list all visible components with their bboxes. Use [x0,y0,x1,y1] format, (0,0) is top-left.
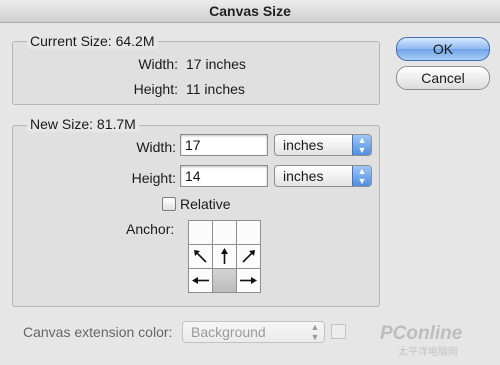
extension-color-value: Background [191,324,266,340]
anchor-top-left[interactable] [189,221,212,244]
pconline-logo: PConline 太平洋电脑网 [380,323,463,358]
anchor-middle-center[interactable] [213,245,236,268]
extension-color-swatch[interactable] [331,324,346,339]
current-size-heading: Current Size: 64.2M [27,33,158,49]
anchor-middle-left[interactable] [189,245,212,268]
window-title-bar: Canvas Size [0,0,500,23]
current-width-label: Width: [138,56,178,72]
new-height-label: Height: [131,170,176,186]
select-arrows-icon: ▲ ▼ [310,322,320,342]
arrow-up-icon [221,248,228,264]
current-height-value: 11 inches [186,81,245,97]
pconline-watermark: PConline 太平洋电脑网 [374,319,494,359]
anchor-bottom-center-selected[interactable] [213,269,236,292]
anchor-label: Anchor: [126,221,175,237]
relative-label: Relative [180,196,231,212]
window-title: Canvas Size [209,3,291,19]
anchor-bottom-left[interactable] [189,269,212,292]
arrow-left-icon [192,277,209,284]
extension-color-label: Canvas extension color: [23,324,173,340]
select-arrows-icon: ▲ ▼ [352,135,371,155]
anchor-grid [188,220,261,293]
anchor-middle-right[interactable] [237,245,260,268]
height-unit-value: inches [283,168,324,184]
svg-text:PConline: PConline [380,323,463,344]
cancel-button-label: Cancel [421,70,465,86]
relative-checkbox[interactable] [162,197,176,211]
svg-text:太平洋电脑网: 太平洋电脑网 [398,345,458,358]
height-unit-select[interactable]: inches ▲ ▼ [274,165,372,187]
new-size-heading: New Size: 81.7M [27,116,139,132]
width-input[interactable] [180,134,268,156]
ok-button[interactable]: OK [396,37,490,61]
anchor-bottom-right[interactable] [237,269,260,292]
anchor-top-right[interactable] [237,221,260,244]
cancel-button[interactable]: Cancel [396,66,490,90]
arrow-up-right-icon [242,250,255,263]
height-input[interactable] [180,165,268,187]
current-height-label: Height: [133,81,178,97]
select-arrows-icon: ▲ ▼ [352,166,371,186]
ok-button-label: OK [432,41,454,57]
width-unit-value: inches [283,137,324,153]
width-unit-select[interactable]: inches ▲ ▼ [274,134,372,156]
current-width-value: 17 inches [186,56,246,72]
anchor-top-center[interactable] [213,221,236,244]
arrow-up-left-icon [194,250,207,263]
arrow-right-icon [240,277,257,284]
extension-color-select[interactable]: Background ▲ ▼ [182,321,325,343]
new-width-label: Width: [136,139,176,155]
